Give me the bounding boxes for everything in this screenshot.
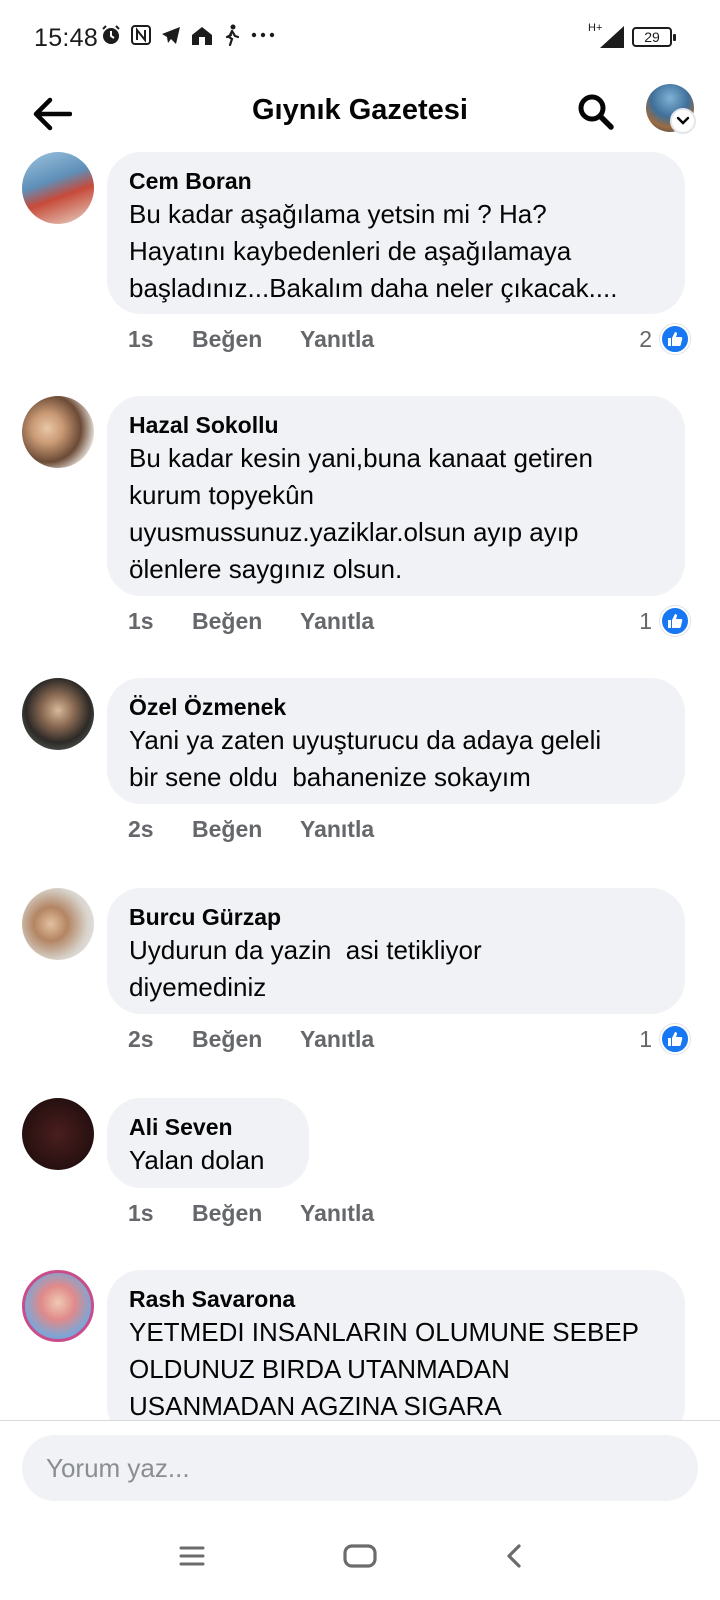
nav-home-button[interactable] xyxy=(336,1534,384,1578)
comment-actions: 1s Beğen Yanıtla xyxy=(128,326,374,353)
like-button[interactable]: Beğen xyxy=(192,1200,300,1227)
comment-text: Yani ya zaten uyuşturucu da adaya geleli… xyxy=(129,725,602,792)
avatar[interactable] xyxy=(22,678,94,750)
comment-input[interactable] xyxy=(22,1435,698,1501)
walking-icon xyxy=(225,24,240,46)
chevron-down-icon xyxy=(676,116,690,125)
alarm-icon xyxy=(102,25,120,44)
comment-time[interactable]: 2s xyxy=(128,816,192,843)
thumbs-up-icon xyxy=(660,324,690,354)
reaction-summary[interactable]: 2 xyxy=(639,324,690,354)
status-system-icons: H+ 29 xyxy=(588,22,676,48)
home-icon xyxy=(343,1544,377,1568)
reply-button[interactable]: Yanıtla xyxy=(300,1026,374,1053)
home-network-icon xyxy=(192,27,212,45)
comment-text: Bu kadar aşağılama yetsin mi ? Ha? Hayat… xyxy=(129,199,618,303)
status-time: 15:48 xyxy=(34,24,99,52)
reply-button[interactable]: Yanıtla xyxy=(300,816,374,843)
comment-composer xyxy=(0,1420,720,1512)
comment-text: Bu kadar kesin yani,buna kanaat getiren … xyxy=(129,443,593,584)
menu-icon xyxy=(179,1546,205,1566)
comment-actions: 1s Beğen Yanıtla xyxy=(128,1200,374,1227)
like-button[interactable]: Beğen xyxy=(192,326,300,353)
reply-button[interactable]: Yanıtla xyxy=(300,608,374,635)
avatar[interactable] xyxy=(22,396,94,468)
thumbs-up-icon xyxy=(660,1024,690,1054)
comment-time[interactable]: 1s xyxy=(128,326,192,353)
avatar[interactable] xyxy=(22,1098,94,1170)
more-dots-icon xyxy=(251,32,275,38)
thumbs-up-icon xyxy=(660,606,690,636)
comment-author[interactable]: Rash Savarona xyxy=(129,1284,663,1314)
like-button[interactable]: Beğen xyxy=(192,1026,300,1053)
signal-icon: H+ xyxy=(588,22,624,48)
comment-actions: 2s Beğen Yanıtla xyxy=(128,816,374,843)
comment-text: Uydurun da yazin asi tetikliyor diyemedi… xyxy=(129,935,482,1002)
nfc-icon xyxy=(131,25,151,45)
reaction-summary[interactable]: 1 xyxy=(639,606,690,636)
status-notification-icons xyxy=(100,24,276,46)
comment-bubble[interactable]: Hazal Sokollu Bu kadar kesin yani,buna k… xyxy=(107,396,685,596)
nav-menu-button[interactable] xyxy=(168,1534,216,1578)
account-switcher-button[interactable] xyxy=(670,108,696,134)
comment-author[interactable]: Burcu Gürzap xyxy=(129,902,663,932)
comment-bubble[interactable]: Burcu Gürzap Uydurun da yazin asi tetikl… xyxy=(107,888,685,1014)
comment-author[interactable]: Hazal Sokollu xyxy=(129,410,663,440)
comment-time[interactable]: 2s xyxy=(128,1026,192,1053)
reaction-count: 1 xyxy=(639,607,652,634)
avatar[interactable] xyxy=(22,888,94,960)
chevron-left-icon xyxy=(507,1544,521,1568)
system-nav-bar xyxy=(0,1512,720,1600)
comment-bubble[interactable]: Özel Özmenek Yani ya zaten uyuşturucu da… xyxy=(107,678,685,804)
comment-author[interactable]: Ali Seven xyxy=(129,1112,287,1142)
reaction-count: 2 xyxy=(639,325,652,352)
comment-bubble[interactable]: Cem Boran Bu kadar aşağılama yetsin mi ?… xyxy=(107,152,685,314)
reply-button[interactable]: Yanıtla xyxy=(300,1200,374,1227)
network-type: H+ xyxy=(588,22,603,34)
comment-text: YETMEDI INSANLARIN OLUMUNE SEBEP OLDUNUZ… xyxy=(129,1317,639,1420)
reply-button[interactable]: Yanıtla xyxy=(300,326,374,353)
comment-bubble[interactable]: Rash Savarona YETMEDI INSANLARIN OLUMUNE… xyxy=(107,1270,685,1420)
comment-actions: 2s Beğen Yanıtla xyxy=(128,1026,374,1053)
reaction-count: 1 xyxy=(639,1025,652,1052)
comment-time[interactable]: 1s xyxy=(128,608,192,635)
battery-icon: 29 xyxy=(632,27,676,47)
comment-list: Cem Boran Bu kadar aşağılama yetsin mi ?… xyxy=(0,150,720,1420)
search-icon xyxy=(578,94,614,130)
comment-author[interactable]: Özel Özmenek xyxy=(129,692,663,722)
comment-text: Yalan dolan xyxy=(129,1145,265,1175)
like-button[interactable]: Beğen xyxy=(192,816,300,843)
nav-back-button[interactable] xyxy=(490,1534,538,1578)
app-header: Gıynık Gazetesi xyxy=(0,78,720,150)
avatar[interactable] xyxy=(22,152,94,224)
like-button[interactable]: Beğen xyxy=(192,608,300,635)
status-bar: 15:48 H+ 29 xyxy=(0,0,720,78)
search-button[interactable] xyxy=(570,86,622,138)
telegram-icon xyxy=(162,27,180,44)
comment-time[interactable]: 1s xyxy=(128,1200,192,1227)
comment-author[interactable]: Cem Boran xyxy=(129,166,663,196)
avatar[interactable] xyxy=(22,1270,94,1342)
comment-bubble[interactable]: Ali Seven Yalan dolan xyxy=(107,1098,309,1188)
reaction-summary[interactable]: 1 xyxy=(639,1024,690,1054)
comment-actions: 1s Beğen Yanıtla xyxy=(128,608,374,635)
